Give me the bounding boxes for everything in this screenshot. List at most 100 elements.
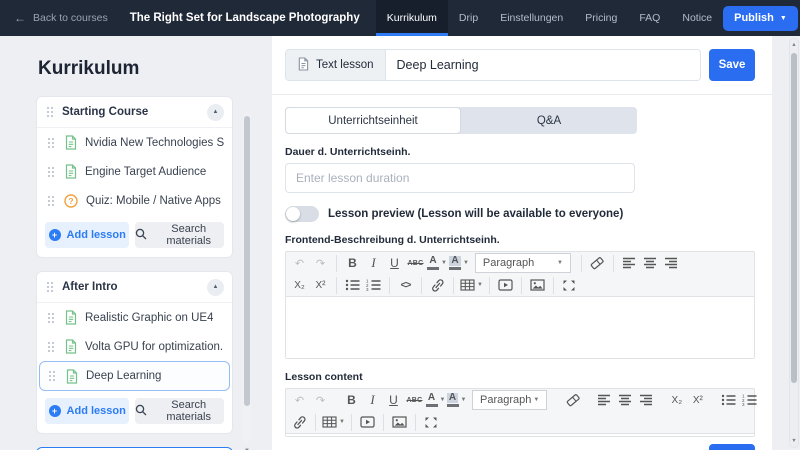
align-left-icon[interactable] [620, 253, 639, 273]
text-color-icon[interactable]: A ▼ [427, 253, 447, 273]
page-scrollbar[interactable]: ▲ ▼ [789, 38, 799, 448]
toggle-knob [286, 207, 300, 221]
lesson-item[interactable]: Realistic Graphic on UE4 [37, 303, 232, 332]
table-icon[interactable]: ▼ [460, 275, 483, 295]
lesson-icon [64, 164, 77, 179]
topbar-tab-einstellungen[interactable]: Einstellungen [489, 0, 574, 36]
search-materials-button[interactable]: Search materials [135, 398, 224, 424]
bg-color-icon[interactable]: A ▼ [446, 390, 466, 410]
redo-icon[interactable]: ↷ [311, 253, 330, 273]
drag-handle-icon[interactable] [47, 194, 55, 207]
collapse-section-button[interactable]: ▲ [207, 103, 224, 121]
link-icon[interactable] [290, 412, 309, 432]
align-right-icon[interactable] [636, 390, 655, 410]
chevron-down-icon: ▼ [779, 14, 787, 22]
tab-unterrichtseinheit[interactable]: Unterrichtseinheit [285, 107, 461, 134]
search-materials-button[interactable]: Search materials [135, 222, 224, 248]
image-icon[interactable] [390, 412, 409, 432]
scroll-down-icon[interactable]: ▼ [790, 438, 798, 444]
paragraph-format-value: Paragraph [480, 394, 532, 406]
italic-icon[interactable]: I [364, 253, 383, 273]
topbar-tab-drip[interactable]: Drip [448, 0, 489, 36]
lesson-content-editor: ↶↷BIUABCA▼A▼Paragraph▼X₂X²123<>▼ [285, 388, 757, 437]
section-header[interactable]: Starting Course ▲ [37, 97, 232, 128]
back-to-courses-link[interactable]: ← Back to courses [0, 11, 108, 25]
subscript-icon[interactable]: X₂ [290, 275, 309, 295]
bg-color-icon[interactable]: A ▼ [448, 253, 469, 273]
media-icon[interactable] [496, 275, 515, 295]
ordered-list-icon[interactable]: 123 [364, 275, 383, 295]
drag-handle-icon[interactable] [47, 340, 55, 353]
topbar-tab-faq[interactable]: FAQ [628, 0, 671, 36]
add-lesson-button[interactable]: + Add lesson [45, 398, 130, 424]
frontend-editor-textarea[interactable] [286, 296, 754, 358]
undo-icon[interactable]: ↶ [290, 253, 309, 273]
topbar-tab-notice[interactable]: Notice [671, 0, 723, 36]
save-button-top[interactable]: Save [709, 49, 755, 81]
align-right-icon[interactable] [662, 253, 681, 273]
page-scrollbar-thumb[interactable] [791, 53, 797, 383]
tab-qa[interactable]: Q&A [461, 107, 637, 134]
publish-button[interactable]: Publish ▼ [723, 5, 798, 31]
code-icon[interactable]: <> [396, 275, 415, 295]
drag-handle-icon[interactable] [47, 311, 55, 324]
italic-icon[interactable]: I [363, 390, 382, 410]
lesson-preview-toggle[interactable] [285, 206, 319, 222]
media-icon[interactable] [358, 412, 377, 432]
unordered-list-icon[interactable] [719, 390, 738, 410]
topbar-tab-kurrikulum[interactable]: Kurrikulum [375, 0, 448, 36]
bold-icon[interactable]: B [343, 253, 362, 273]
strikethrough-icon[interactable]: ABC [406, 253, 425, 273]
fullscreen-icon[interactable] [560, 275, 579, 295]
align-center-icon[interactable] [615, 390, 634, 410]
superscript-icon[interactable]: X² [688, 390, 707, 410]
save-button-bottom[interactable]: Save [709, 444, 755, 450]
underline-icon[interactable]: U [385, 253, 404, 273]
strikethrough-icon[interactable]: ABC [405, 390, 424, 410]
frontend-description-label: Frontend-Beschreibung d. Unterrichtseinh… [285, 234, 500, 246]
superscript-icon[interactable]: X² [311, 275, 330, 295]
subscript-icon[interactable]: X₂ [667, 390, 686, 410]
scroll-up-icon[interactable]: ▲ [790, 42, 798, 48]
code-icon[interactable]: <> [771, 390, 772, 410]
bold-icon[interactable]: B [342, 390, 361, 410]
lesson-content-textarea[interactable] [286, 433, 754, 436]
sidebar-scrollbar[interactable]: ▼ [243, 112, 251, 450]
drag-handle-icon[interactable] [46, 281, 54, 293]
drag-handle-icon[interactable] [46, 106, 54, 118]
underline-icon[interactable]: U [384, 390, 403, 410]
text-color-icon[interactable]: A ▼ [425, 390, 445, 410]
clear-formatting-icon[interactable] [563, 390, 582, 410]
lesson-item[interactable]: Deep Learning [39, 361, 230, 391]
paragraph-format-dropdown[interactable]: Paragraph ▼ [474, 253, 571, 273]
quiz-item[interactable]: ? Quiz: Mobile / Native Apps [37, 186, 232, 215]
table-icon[interactable]: ▼ [322, 412, 345, 432]
lesson-item[interactable]: Volta GPU for optimization. [37, 332, 232, 361]
paragraph-format-dropdown[interactable]: Paragraph ▼ [472, 390, 548, 410]
sidebar-scrollbar-thumb[interactable] [244, 116, 250, 406]
collapse-section-button[interactable]: ▲ [207, 278, 224, 296]
unordered-list-icon[interactable] [343, 275, 362, 295]
toolbar-separator [488, 276, 490, 294]
section-header[interactable]: After Intro ▲ [37, 272, 232, 303]
add-lesson-label: Add lesson [66, 229, 126, 241]
fullscreen-icon[interactable] [422, 412, 441, 432]
duration-input[interactable] [285, 163, 635, 193]
lesson-item[interactable]: Engine Target Audience [37, 157, 232, 186]
redo-icon[interactable]: ↷ [311, 390, 330, 410]
drag-handle-icon[interactable] [47, 165, 55, 178]
topbar-actions: Publish ▼ View [723, 5, 800, 31]
drag-handle-icon[interactable] [47, 136, 55, 149]
align-center-icon[interactable] [641, 253, 660, 273]
align-left-icon[interactable] [594, 390, 613, 410]
image-icon[interactable] [528, 275, 547, 295]
drag-handle-icon[interactable] [48, 370, 56, 382]
lesson-item[interactable]: Nvidia New Technologies Slides [37, 128, 232, 157]
link-icon[interactable] [428, 275, 447, 295]
ordered-list-icon[interactable]: 123 [740, 390, 759, 410]
clear-formatting-icon[interactable] [588, 253, 607, 273]
topbar-tab-pricing[interactable]: Pricing [574, 0, 628, 36]
undo-icon[interactable]: ↶ [290, 390, 309, 410]
add-lesson-button[interactable]: + Add lesson [45, 222, 130, 248]
lesson-title-input[interactable] [385, 50, 700, 80]
